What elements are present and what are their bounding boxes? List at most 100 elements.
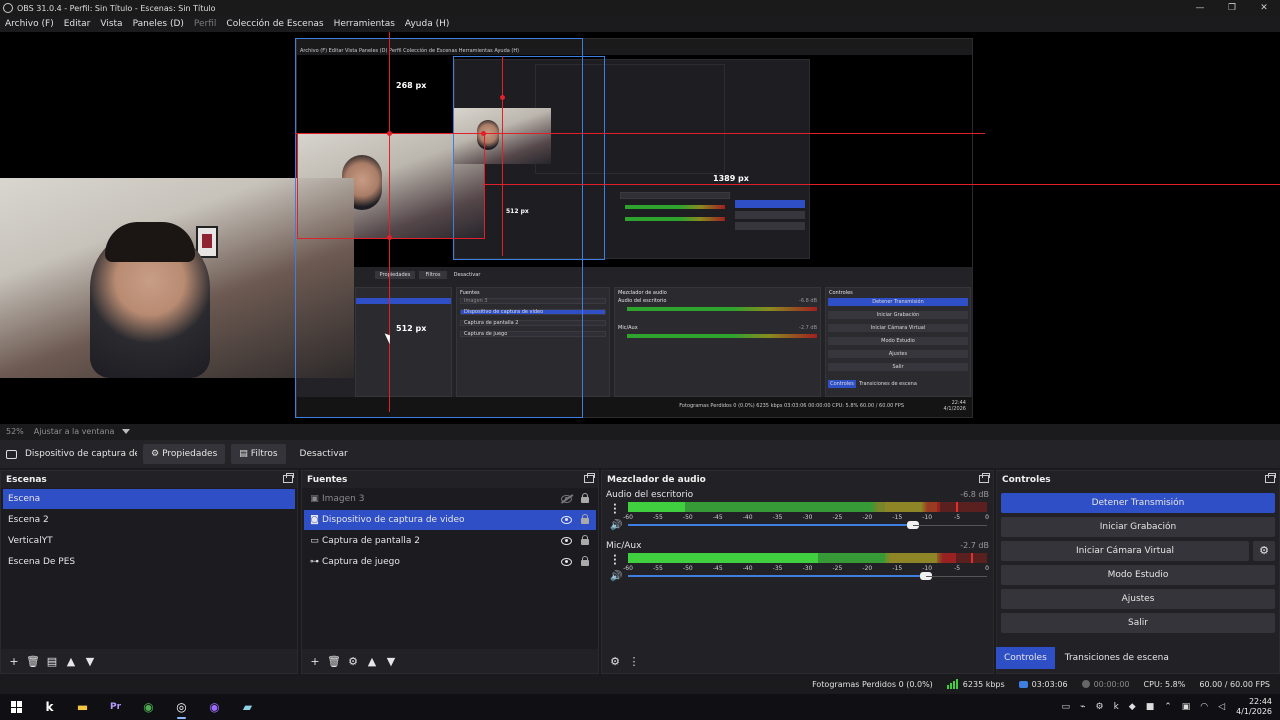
start-recording-button[interactable]: Iniciar Grabación [1001,517,1275,537]
status-bar: Fotogramas Perdidos 0 (0.0%) 6235 kbps 0… [0,676,1280,692]
premiere-pro-icon[interactable]: Pr [99,694,132,720]
preview-canvas[interactable]: Archivo (F) Editar Vista Paneles (D) Per… [0,32,1280,424]
file-explorer-icon[interactable]: ▬ [66,694,99,720]
menu-view[interactable]: Vista [100,19,122,29]
arrow-up-icon[interactable]: ▲ [363,653,381,669]
menu-tools[interactable]: Herramientas [334,19,395,29]
menu-bar: Archivo (F) Editar Vista Paneles (D) Per… [0,16,1280,32]
undock-icon[interactable] [584,473,595,483]
more-options-icon[interactable]: · · · [613,501,617,519]
lock-icon[interactable] [581,493,588,502]
minimize-button[interactable]: — [1184,3,1216,13]
source-item[interactable]: ⊶ Captura de juego [304,552,596,572]
sources-header: Fuentes [302,471,598,488]
add-icon[interactable]: + [5,653,23,669]
undock-icon[interactable] [283,473,294,483]
scene-item[interactable]: Escena De PES [3,552,295,572]
image-icon: ▣ [310,494,319,504]
scene-item[interactable]: VerticalYT [3,531,295,551]
gear-icon: ⚙ [151,449,160,459]
settings-button[interactable]: Ajustes [1001,589,1275,609]
trash-icon[interactable]: 🗑 [325,653,343,669]
tray-wifi-icon[interactable]: ◠ [1200,702,1208,712]
slider-track[interactable] [913,525,987,526]
chrome-profile-icon[interactable]: ◉ [198,694,231,720]
trash-icon[interactable]: 🗑 [24,653,42,669]
start-button[interactable] [0,694,33,720]
tab-controls[interactable]: Controles [996,647,1055,669]
arrow-down-icon[interactable]: ▼ [382,653,400,669]
source-item[interactable]: ◙ Dispositivo de captura de video [304,510,596,530]
tray-network-icon[interactable]: ▣ [1182,702,1191,712]
source-item[interactable]: ▭ Captura de pantalla 2 [304,531,596,551]
guide-handle[interactable] [387,131,392,136]
tray-nvidia-icon[interactable]: ■ [1146,702,1155,712]
deactivate-button[interactable]: Desactivar [292,444,356,464]
source-item[interactable]: ▣ Imagen 3 [304,489,596,509]
filters-button[interactable]: ▤ Filtros [231,444,286,464]
maximize-button[interactable]: ❐ [1216,3,1248,13]
more-options-icon[interactable]: ⋮ [625,653,643,669]
menu-docks[interactable]: Paneles (D) [133,19,184,29]
eye-icon[interactable] [561,516,572,524]
lock-icon[interactable] [581,514,588,523]
notepad-icon[interactable]: ▰ [231,694,264,720]
volume-slider[interactable] [628,521,919,529]
taskbar-clock[interactable]: 22:44 4/1/2026 [1236,697,1272,717]
slider-track[interactable] [926,576,987,577]
guide-handle-2[interactable] [387,235,392,240]
tab-scene-transitions[interactable]: Transiciones de escena [1057,647,1177,669]
gear-icon[interactable]: ⚙ [344,653,362,669]
scene-item[interactable]: Escena 2 [3,510,295,530]
eye-icon[interactable] [561,537,572,545]
more-options-icon[interactable]: · · · [613,552,617,570]
eye-icon[interactable] [561,558,572,566]
scene-label: Escena De PES [8,557,76,567]
meter-tick-label: -5 [954,514,961,521]
tray-app-icon[interactable]: ◆ [1129,702,1136,712]
filter-icon[interactable]: ▤ [43,653,61,669]
speaker-icon[interactable]: 🔊 [610,520,622,531]
undock-icon[interactable] [1265,473,1276,483]
close-button[interactable]: ✕ [1248,3,1280,13]
kick-app-icon[interactable]: k [33,694,66,720]
fit-mode-label[interactable]: Ajustar a la ventana [34,427,115,436]
menu-help[interactable]: Ayuda (H) [405,19,449,29]
chevron-down-icon[interactable] [122,428,131,434]
menu-edit[interactable]: Editar [64,19,91,29]
gear-icon[interactable]: ⚙ [1253,541,1275,561]
exit-button[interactable]: Salir [1001,613,1275,633]
speaker-icon[interactable]: 🔊 [610,571,622,582]
studio-mode-button[interactable]: Modo Estudio [1001,565,1275,585]
tray-bluetooth-icon[interactable]: ⌁ [1080,702,1085,712]
tray-kick-icon[interactable]: k [1114,702,1119,712]
channel-name: Mic/Aux [606,541,642,551]
mixer-body: Audio del escritorio -6.8 dB · · · 🔊 -60 -5… [602,488,993,649]
tray-volume-icon[interactable]: ◁ [1218,702,1225,712]
lock-icon[interactable] [581,535,588,544]
menu-scene-collection[interactable]: Colección de Escenas [226,19,323,29]
arrow-up-icon[interactable]: ▲ [62,653,80,669]
meter-tick-label: -20 [862,514,873,521]
eye-hidden-icon[interactable] [561,495,572,503]
meter-tick-label: -40 [742,514,753,521]
scene-item[interactable]: Escena [3,489,295,509]
lock-icon[interactable] [581,556,588,565]
guide-handle-3[interactable] [481,131,486,136]
virtual-camera-button[interactable]: Iniciar Cámara Virtual [1001,541,1249,561]
chrome-icon[interactable]: ◉ [132,694,165,720]
stop-stream-button[interactable]: Detener Transmisión [1001,493,1275,513]
tray-settings-icon[interactable]: ⚙ [1095,702,1103,712]
properties-button[interactable]: ⚙ Propiedades [143,444,226,464]
tray-device-icon[interactable]: ▭ [1062,702,1071,712]
add-icon[interactable]: + [306,653,324,669]
menu-profile[interactable]: Perfil [194,19,217,29]
guide-handle-4[interactable] [500,95,505,100]
undock-icon[interactable] [979,473,990,483]
arrow-down-icon[interactable]: ▼ [81,653,99,669]
menu-file[interactable]: Archivo (F) [5,19,54,29]
obs-taskbar-icon[interactable]: ◎ [165,694,198,720]
tray-chevron-icon[interactable]: ⌃ [1164,702,1172,712]
advanced-audio-icon[interactable]: ⚙ [606,653,624,669]
volume-slider[interactable] [628,572,932,580]
